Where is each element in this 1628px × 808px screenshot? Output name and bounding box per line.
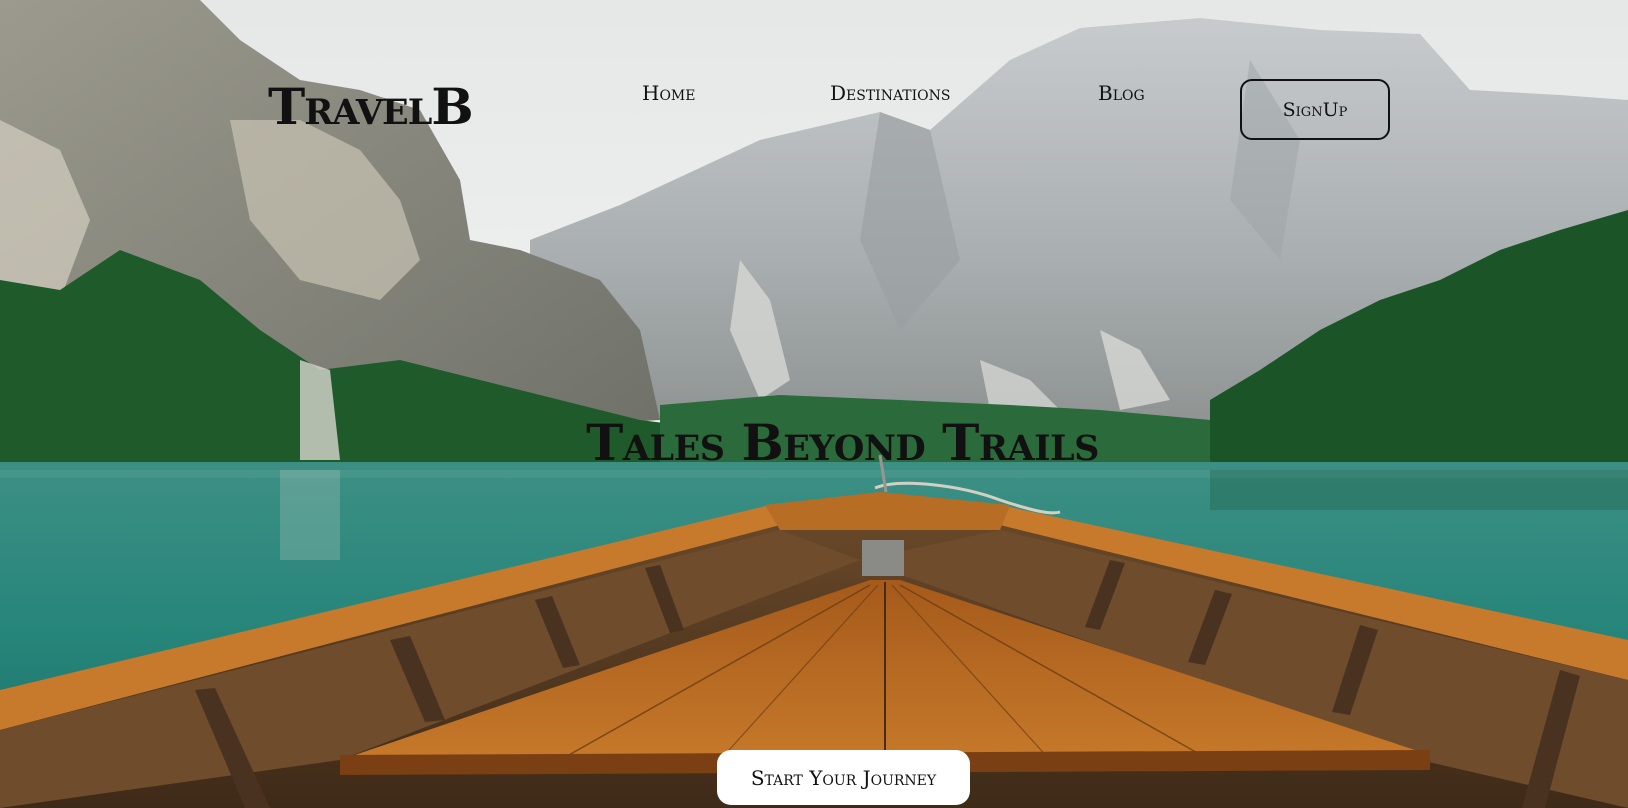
hero-headline: Tales Beyond Trails <box>586 413 1099 472</box>
start-journey-button[interactable]: Start Your Journey <box>717 750 970 805</box>
hero-section: TravelB Home Destinations Blog SignUp Ta… <box>0 0 1628 808</box>
nav-link-blog[interactable]: Blog <box>1098 81 1145 105</box>
signup-button[interactable]: SignUp <box>1240 79 1390 140</box>
nav-link-destinations[interactable]: Destinations <box>830 81 951 105</box>
nav-link-home[interactable]: Home <box>642 81 695 105</box>
